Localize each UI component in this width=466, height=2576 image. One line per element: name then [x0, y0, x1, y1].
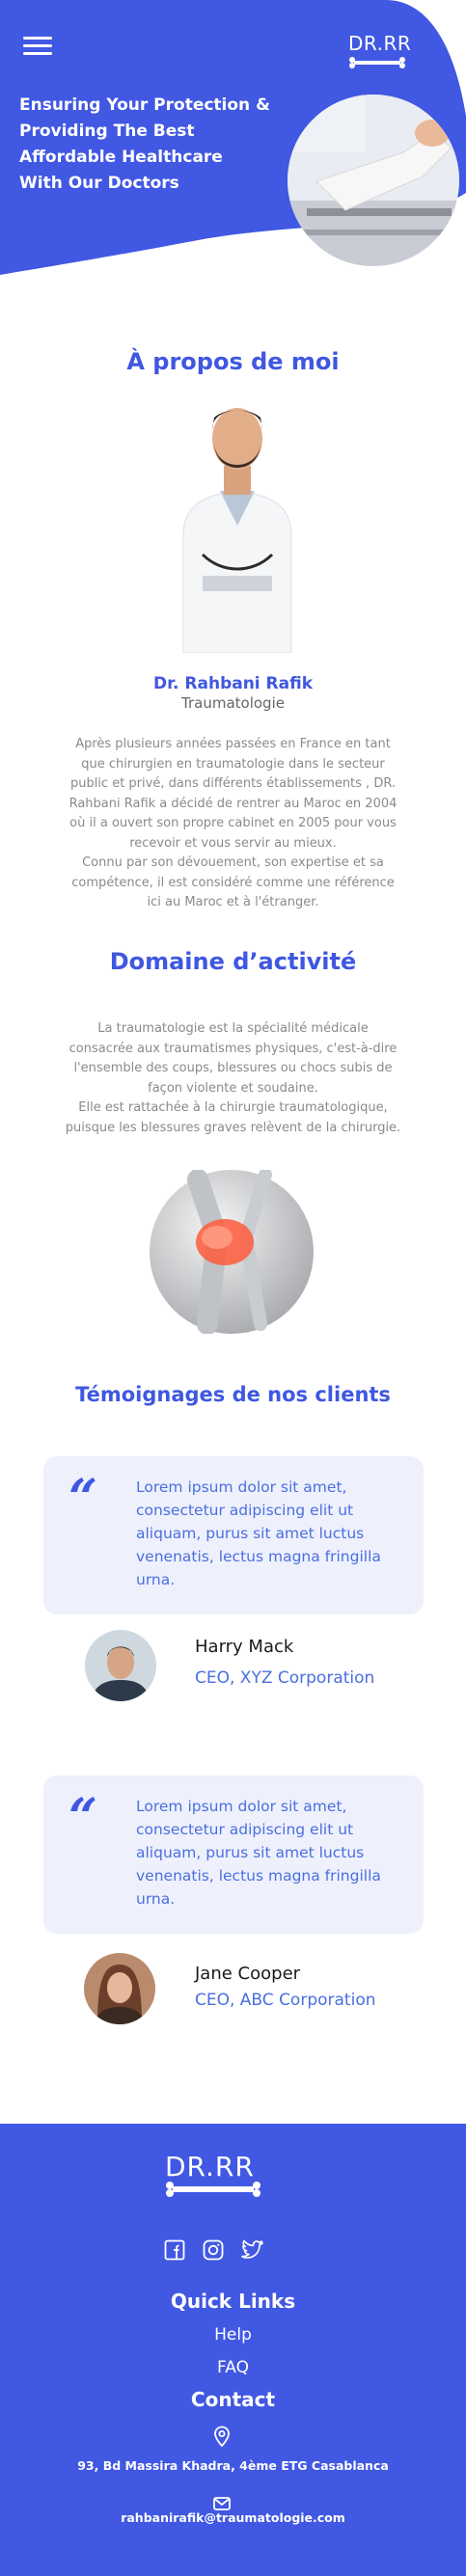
footer-link-help[interactable]: Help [0, 2325, 466, 2345]
avatar [84, 1953, 155, 2024]
doctor-bio: Après plusieurs années passées en France… [69, 737, 397, 909]
hero-patient-image [288, 95, 459, 266]
bone-icon [349, 57, 405, 68]
testimonial-card: “ Lorem ipsum dolor sit amet, consectetu… [43, 1456, 424, 1614]
facebook-icon[interactable] [164, 2239, 187, 2263]
testimonial-author-role: CEO, XYZ Corporation [195, 1668, 375, 1688]
testimonial-author-name: Harry Mack [195, 1637, 294, 1657]
twitter-icon[interactable] [241, 2239, 264, 2263]
avatar [85, 1630, 156, 1701]
contact-email[interactable]: rahbanirafik@traumatologie.com [0, 2510, 466, 2525]
testimonial-card: “ Lorem ipsum dolor sit amet, consectetu… [43, 1776, 424, 1934]
doctor-specialty: Traumatologie [181, 694, 285, 712]
doctor-photo [164, 391, 311, 654]
footer-logo-text: DR.RR [165, 2151, 255, 2183]
quote-icon: “ [69, 1469, 97, 1528]
doctor-name: Dr. Rahbani Rafik [152, 674, 314, 693]
footer-logo[interactable]: DR.RR [165, 2153, 261, 2199]
location-pin-icon [211, 2426, 233, 2448]
contact-heading: Contact [190, 2388, 276, 2411]
testimonial-quote: Lorem ipsum dolor sit amet, consectetur … [136, 1798, 381, 1908]
activity-title: Domaine d’activité [109, 948, 357, 975]
knee-illustration [150, 1168, 314, 1335]
testimonials-title: Témoignages de nos clients [75, 1383, 391, 1406]
hero-section: DR.RR Ensuring Your Protection & Providi… [0, 0, 466, 289]
bone-icon [166, 2182, 260, 2197]
about-title: À propos de moi [126, 348, 340, 375]
hamburger-menu-icon[interactable] [23, 37, 52, 56]
footer: DR.RR Quick Links Help FAQ Contact 93, B… [0, 2124, 466, 2576]
contact-address: 93, Bd Massira Khadra, 4ème ETG Casablan… [77, 2458, 389, 2473]
hero-title: Ensuring Your Protection & Providing The… [19, 95, 270, 193]
quote-icon: “ [69, 1788, 97, 1847]
logo[interactable]: DR.RR [348, 32, 412, 68]
footer-link-faq[interactable]: FAQ [0, 2358, 466, 2377]
testimonial-author-name: Jane Cooper [195, 1964, 301, 1984]
social-links [162, 2239, 268, 2264]
testimonial-author-role: CEO, ABC Corporation [195, 1991, 376, 2010]
quick-links-heading: Quick Links [170, 2290, 296, 2313]
logo-text: DR.RR [348, 32, 412, 55]
instagram-icon[interactable] [203, 2239, 226, 2263]
activity-text: La traumatologie est la spécialité médic… [65, 1021, 401, 1135]
testimonial-quote: Lorem ipsum dolor sit amet, consectetur … [136, 1478, 381, 1588]
